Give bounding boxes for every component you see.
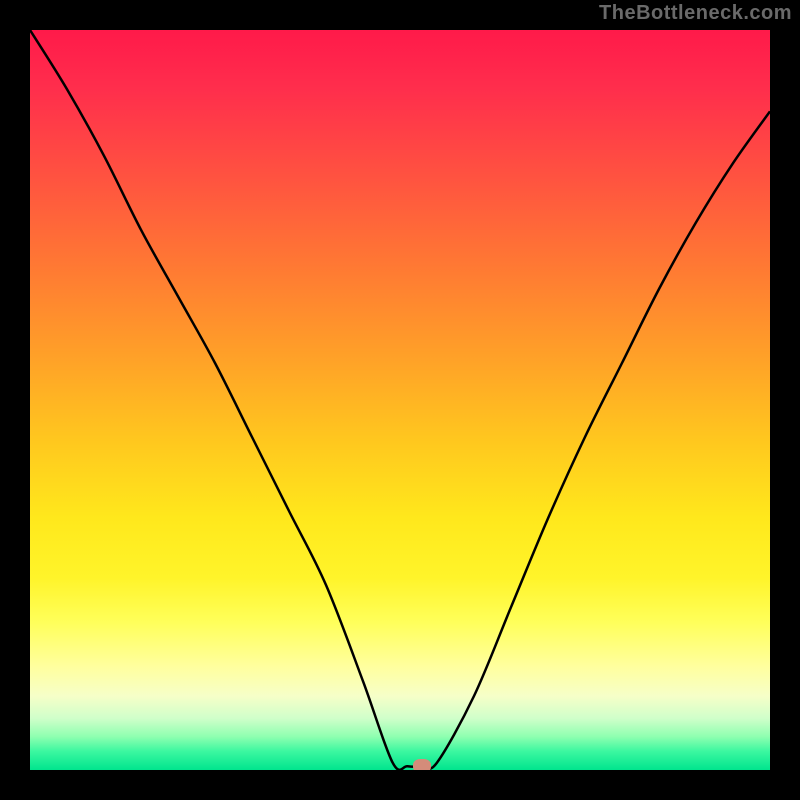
- bottleneck-curve: [30, 30, 770, 770]
- chart-container: TheBottleneck.com: [0, 0, 800, 800]
- attribution-watermark: TheBottleneck.com: [599, 2, 792, 25]
- optimum-marker: [413, 759, 431, 770]
- plot-area: [30, 30, 770, 770]
- curve-svg: [30, 30, 770, 770]
